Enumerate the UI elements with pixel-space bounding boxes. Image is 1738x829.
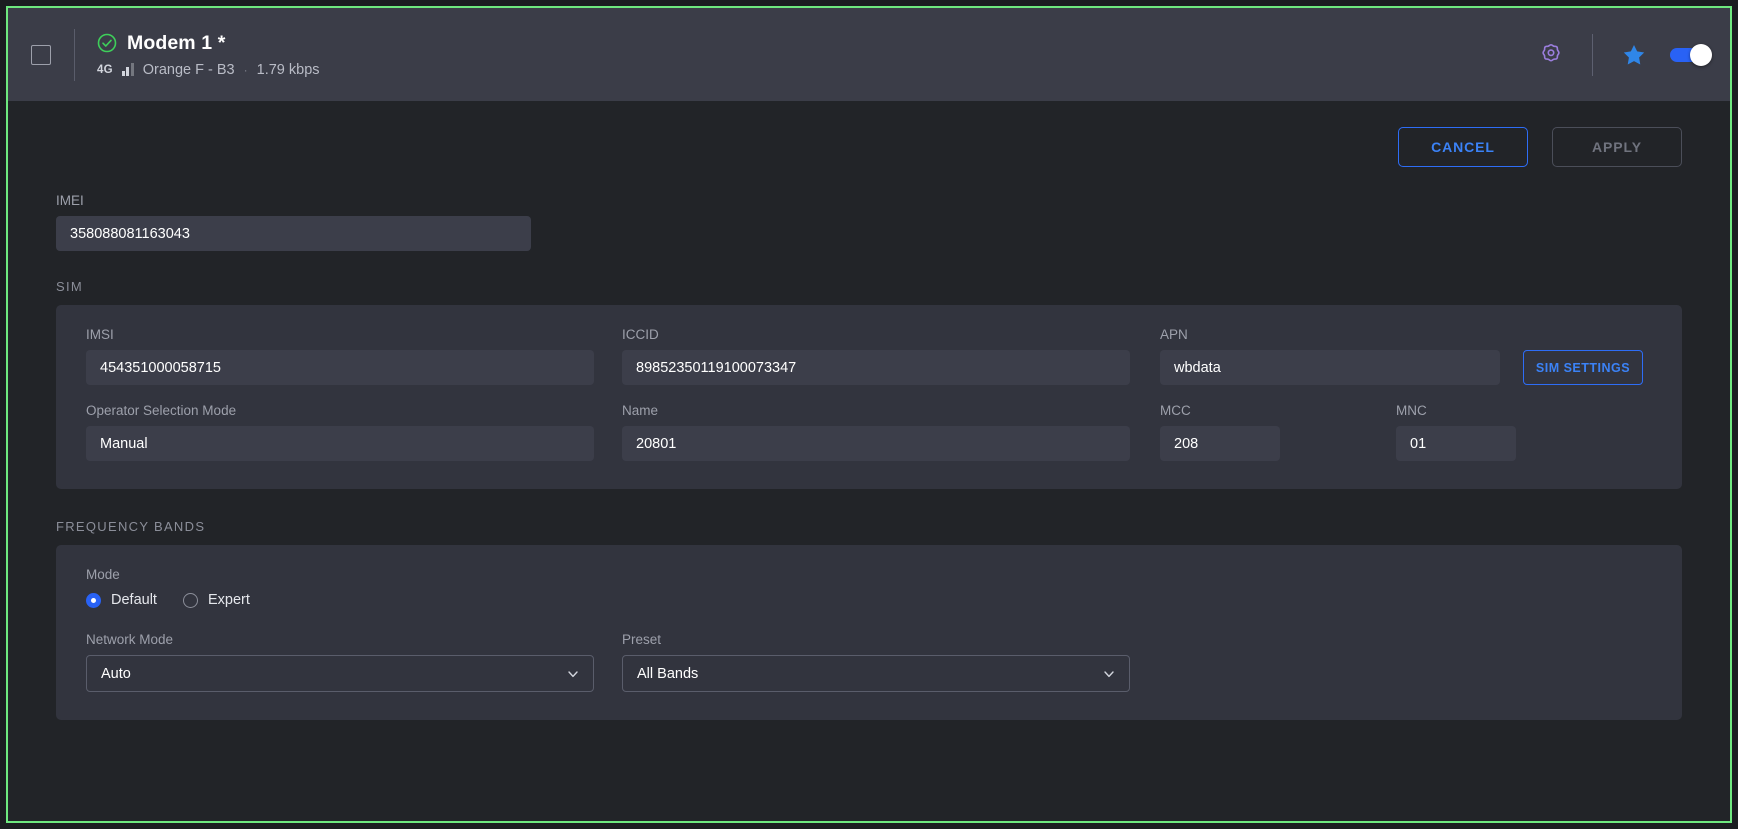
imsi-input[interactable]: 454351000058715: [86, 350, 594, 385]
header-actions: [1529, 8, 1712, 101]
chevron-down-icon: [1103, 668, 1115, 680]
operator-selection-mode-input[interactable]: Manual: [86, 426, 594, 461]
mode-radio-group: Default Expert: [86, 592, 1652, 608]
preset-label: Preset: [622, 632, 1130, 647]
apn-input[interactable]: wbdata: [1160, 350, 1500, 385]
preset-value: All Bands: [637, 666, 698, 682]
network-mode-select[interactable]: Auto: [86, 655, 594, 692]
select-modem-checkbox[interactable]: [31, 45, 51, 65]
sim-settings-button[interactable]: SIM SETTINGS: [1523, 350, 1643, 385]
preset-select[interactable]: All Bands: [622, 655, 1130, 692]
mode-label: Mode: [86, 567, 1652, 582]
radio-default-indicator: [86, 593, 101, 608]
form-actions: CANCEL APPLY: [56, 101, 1682, 167]
toggle-knob: [1690, 44, 1712, 66]
cancel-button[interactable]: CANCEL: [1398, 127, 1528, 167]
modem-status-line: 4G Orange F - B3 · 1.79 kbps: [97, 62, 320, 78]
network-type-label: 4G: [97, 64, 113, 76]
throughput-label: 1.79 kbps: [257, 62, 320, 78]
name-label: Name: [622, 403, 1130, 418]
imei-label: IMEI: [56, 193, 1682, 208]
preset-group: Preset All Bands: [622, 632, 1130, 692]
page-title: Modem 1 *: [127, 32, 225, 55]
radio-expert-label: Expert: [208, 592, 250, 608]
sim-row-secondary: Operator Selection Mode Manual Name 2080…: [86, 403, 1652, 461]
mnc-input[interactable]: 01: [1396, 426, 1516, 461]
apn-field-group: APN wbdata: [1160, 327, 1500, 385]
apn-label: APN: [1160, 327, 1500, 342]
radio-option-expert[interactable]: Expert: [183, 592, 250, 608]
radio-default-label: Default: [111, 592, 157, 608]
network-mode-label: Network Mode: [86, 632, 594, 647]
imsi-field-group: IMSI 454351000058715: [86, 327, 594, 385]
header-action-divider: [1592, 34, 1593, 76]
chevron-down-icon: [567, 668, 579, 680]
network-mode-group: Network Mode Auto: [86, 632, 594, 692]
name-field-group: Name 20801: [622, 403, 1130, 461]
app-window: Modem 1 * 4G Orange F - B3 · 1.79 kbps: [6, 6, 1732, 823]
iccid-label: ICCID: [622, 327, 1130, 342]
mcc-input[interactable]: 208: [1160, 426, 1280, 461]
modem-identity: Modem 1 * 4G Orange F - B3 · 1.79 kbps: [97, 32, 320, 78]
iccid-field-group: ICCID 89852350119100073347: [622, 327, 1130, 385]
mcc-field-group: MCC 208: [1160, 403, 1280, 461]
radio-option-default[interactable]: Default: [86, 592, 157, 608]
frequency-bands-card: Mode Default Expert Network Mode Auto: [56, 545, 1682, 720]
sim-section-label: SIM: [56, 279, 1682, 294]
operator-selection-mode-label: Operator Selection Mode: [86, 403, 594, 418]
mnc-label: MNC: [1396, 403, 1516, 418]
operator-label: Orange F - B3: [143, 62, 235, 78]
gear-icon[interactable]: [1529, 33, 1573, 77]
signal-bars-icon: [122, 63, 134, 76]
sim-row-primary: IMSI 454351000058715 ICCID 8985235011910…: [86, 327, 1652, 385]
modem-settings-panel: CANCEL APPLY IMEI 358088081163043 SIM IM…: [8, 101, 1730, 821]
imei-field-group: IMEI 358088081163043: [56, 193, 1682, 251]
imei-input[interactable]: 358088081163043: [56, 216, 531, 251]
sim-card: IMSI 454351000058715 ICCID 8985235011910…: [56, 305, 1682, 489]
bands-select-row: Network Mode Auto Preset All Bands: [86, 632, 1652, 692]
modem-header: Modem 1 * 4G Orange F - B3 · 1.79 kbps: [8, 8, 1730, 101]
iccid-input[interactable]: 89852350119100073347: [622, 350, 1130, 385]
apply-button[interactable]: APPLY: [1552, 127, 1682, 167]
mnc-field-group: MNC 01: [1396, 403, 1516, 461]
imsi-label: IMSI: [86, 327, 594, 342]
name-input[interactable]: 20801: [622, 426, 1130, 461]
header-divider: [74, 29, 75, 81]
operator-selection-mode-group: Operator Selection Mode Manual: [86, 403, 594, 461]
star-icon[interactable]: [1612, 33, 1656, 77]
mcc-label: MCC: [1160, 403, 1280, 418]
check-circle-icon: [97, 33, 117, 53]
modem-enable-toggle[interactable]: [1670, 44, 1712, 66]
frequency-bands-section-label: FREQUENCY BANDS: [56, 519, 1682, 534]
status-separator: ·: [244, 63, 248, 77]
radio-expert-indicator: [183, 593, 198, 608]
network-mode-value: Auto: [101, 666, 131, 682]
